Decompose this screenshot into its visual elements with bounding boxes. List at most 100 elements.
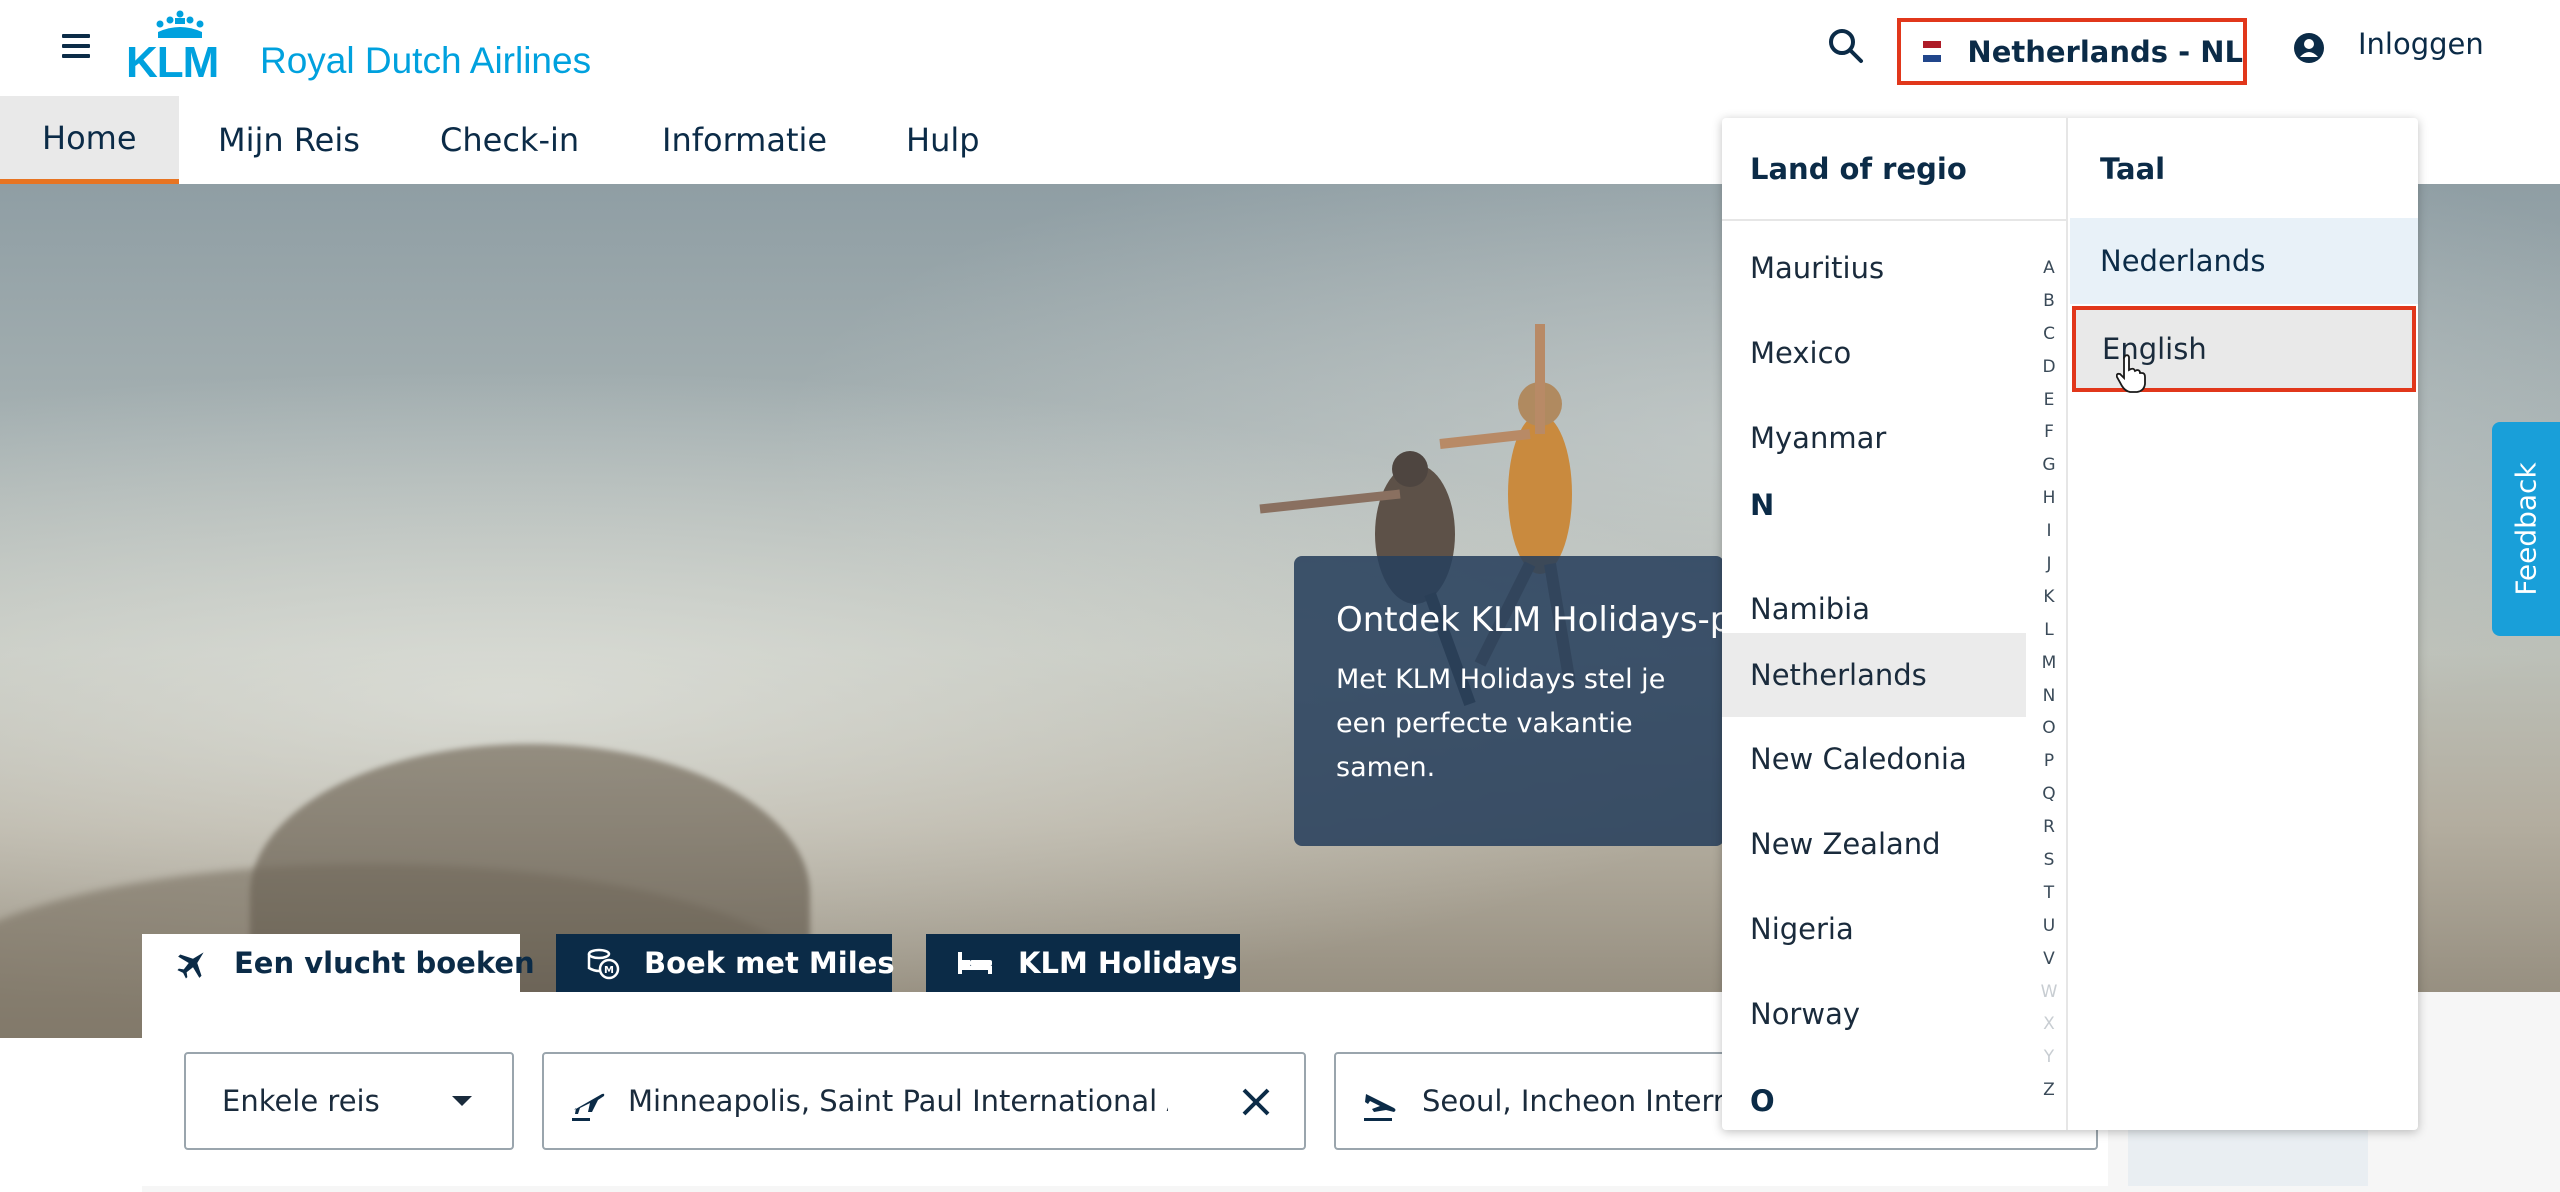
origin-field[interactable]: Minneapolis, Saint Paul International Ai… bbox=[542, 1052, 1306, 1150]
logo-text: KLM bbox=[126, 38, 219, 87]
alphabet-letter[interactable]: O bbox=[2038, 712, 2060, 745]
plane-icon bbox=[176, 946, 210, 980]
alphabet-letter[interactable]: Q bbox=[2038, 778, 2060, 811]
country-option[interactable]: Myanmar bbox=[1722, 396, 2026, 480]
feedback-button[interactable]: Feedback bbox=[2492, 422, 2560, 636]
search-icon[interactable] bbox=[1826, 26, 1866, 66]
tab-label: Home bbox=[42, 118, 137, 157]
country-option[interactable]: Mexico bbox=[1722, 311, 2026, 395]
country-option[interactable]: Nigeria bbox=[1722, 887, 2026, 971]
country-name: Norway bbox=[1750, 997, 1861, 1031]
alphabet-letter[interactable]: R bbox=[2038, 811, 2060, 844]
netherlands-flag-icon bbox=[1923, 40, 1942, 63]
top-bar: KLM Royal Dutch Airlines Netherlands - N… bbox=[0, 0, 2560, 96]
search-flights-button[interactable] bbox=[2128, 1130, 2368, 1186]
tab-informatie[interactable]: Informatie bbox=[620, 96, 869, 184]
alphabet-letter[interactable]: B bbox=[2038, 285, 2060, 318]
country-name: Netherlands bbox=[1750, 658, 1927, 692]
tab-label: Een vlucht boeken bbox=[234, 946, 535, 980]
tab-book-flight[interactable]: Een vlucht boeken bbox=[142, 934, 535, 992]
country-name: Namibia bbox=[1750, 592, 1871, 626]
alphabet-letter-disabled: Y bbox=[2043, 1047, 2055, 1068]
tab-label: KLM Holidays bbox=[1018, 946, 1238, 980]
country-name: New Zealand bbox=[1750, 827, 1941, 861]
feedback-label: Feedback bbox=[2509, 462, 2543, 596]
tab-home[interactable]: Home bbox=[0, 96, 179, 184]
arrival-plane-icon bbox=[1364, 1094, 1396, 1121]
tab-hulp[interactable]: Hulp bbox=[864, 96, 1022, 184]
alphabet-letter[interactable]: C bbox=[2038, 318, 2060, 351]
alphabet-letter-disabled: W bbox=[2040, 981, 2058, 1002]
alphabet-letter[interactable]: E bbox=[2038, 384, 2060, 417]
alphabet-letter[interactable]: V bbox=[2038, 943, 2060, 976]
country-list-panel: Land of regio Mauritius Mexico Myanmar N… bbox=[1722, 118, 2068, 1130]
alphabet-letter[interactable]: M bbox=[2038, 647, 2060, 680]
trip-type-select[interactable]: Enkele reis bbox=[184, 1052, 514, 1150]
alphabet-index: A B C D E F G H I J K L M N O P Q R S T … bbox=[2038, 252, 2060, 1107]
tab-label: Mijn Reis bbox=[218, 121, 360, 159]
bed-icon bbox=[956, 948, 994, 978]
alphabet-letter[interactable]: I bbox=[2038, 515, 2060, 548]
login-link[interactable]: Inloggen bbox=[2358, 27, 2484, 61]
alphabet-letter[interactable]: P bbox=[2038, 745, 2060, 778]
promo-card[interactable]: Ontdek KLM Holidays-pakketten Met KLM Ho… bbox=[1294, 556, 1724, 846]
country-name: Mauritius bbox=[1750, 251, 1885, 285]
alphabet-letter[interactable]: U bbox=[2038, 910, 2060, 943]
brand-name: Royal Dutch Airlines bbox=[260, 40, 592, 81]
selected-country-label: Netherlands - NL bbox=[1967, 34, 2243, 69]
promo-title: Ontdek KLM Holidays-pakketten bbox=[1336, 600, 1724, 640]
tab-label: Boek met Miles bbox=[644, 946, 895, 980]
country-name: Nigeria bbox=[1750, 912, 1854, 946]
language-option-nederlands[interactable]: Nederlands bbox=[2070, 218, 2418, 304]
language-heading: Taal bbox=[2100, 152, 2166, 186]
country-option[interactable]: Norway bbox=[1722, 972, 2026, 1056]
hamburger-menu-icon[interactable] bbox=[58, 28, 94, 64]
caret-down-icon bbox=[452, 1096, 472, 1106]
country-option-selected[interactable]: Netherlands bbox=[1722, 633, 2026, 717]
alphabet-letter[interactable]: S bbox=[2038, 844, 2060, 877]
letter-heading: N bbox=[1750, 488, 1775, 522]
promo-text: Met KLM Holidays stel je een perfecte va… bbox=[1336, 664, 1666, 783]
tab-check-in[interactable]: Check-in bbox=[398, 96, 621, 184]
country-name: Mexico bbox=[1750, 336, 1852, 370]
alphabet-letter[interactable]: H bbox=[2038, 482, 2060, 515]
tab-label: Check-in bbox=[440, 121, 580, 159]
alphabet-letter[interactable]: K bbox=[2038, 581, 2060, 614]
alphabet-letter[interactable]: D bbox=[2038, 351, 2060, 384]
tab-mijn-reis[interactable]: Mijn Reis bbox=[176, 96, 402, 184]
letter-heading: O bbox=[1750, 1084, 1775, 1118]
country-language-selector[interactable]: Netherlands - NL bbox=[1897, 18, 2247, 85]
alphabet-letter[interactable]: Z bbox=[2038, 1074, 2060, 1107]
alphabet-letter[interactable]: T bbox=[2038, 877, 2060, 910]
departure-plane-icon bbox=[572, 1093, 605, 1121]
trip-type-value: Enkele reis bbox=[222, 1084, 380, 1118]
svg-text:M: M bbox=[604, 965, 614, 976]
country-option[interactable]: Mauritius bbox=[1722, 226, 2026, 310]
alphabet-letter-disabled: X bbox=[2043, 1014, 2055, 1035]
klm-logo[interactable]: KLM Royal Dutch Airlines bbox=[126, 10, 626, 87]
tab-klm-holidays[interactable]: KLM Holidays bbox=[926, 934, 1240, 992]
country-option[interactable]: New Zealand bbox=[1722, 802, 2026, 886]
origin-value: Minneapolis, Saint Paul International Ai… bbox=[628, 1084, 1168, 1118]
divider bbox=[1722, 219, 2068, 221]
hand-pointer-cursor-icon bbox=[2116, 354, 2146, 393]
alphabet-letter[interactable]: F bbox=[2038, 416, 2060, 449]
alphabet-letter[interactable]: G bbox=[2038, 449, 2060, 482]
tab-label: Hulp bbox=[906, 121, 980, 159]
alphabet-letter[interactable]: L bbox=[2038, 614, 2060, 647]
alphabet-letter[interactable]: A bbox=[2038, 252, 2060, 285]
alphabet-letter[interactable]: N bbox=[2038, 680, 2060, 713]
clear-origin-icon[interactable] bbox=[1238, 1084, 1274, 1120]
language-name: Nederlands bbox=[2100, 244, 2266, 278]
country-option[interactable]: New Caledonia bbox=[1722, 717, 2026, 801]
tab-book-with-miles[interactable]: M Boek met Miles bbox=[556, 934, 895, 992]
tab-label: Informatie bbox=[662, 121, 828, 159]
country-heading: Land of regio bbox=[1750, 152, 1967, 186]
country-name: Myanmar bbox=[1750, 421, 1887, 455]
country-language-dropdown: Land of regio Mauritius Mexico Myanmar N… bbox=[1722, 118, 2418, 1130]
language-list-panel: Taal Nederlands English bbox=[2070, 118, 2418, 1130]
alphabet-letter[interactable]: J bbox=[2038, 548, 2060, 581]
country-name: New Caledonia bbox=[1750, 742, 1967, 776]
account-icon[interactable] bbox=[2293, 32, 2325, 64]
miles-coins-icon: M bbox=[586, 946, 620, 980]
